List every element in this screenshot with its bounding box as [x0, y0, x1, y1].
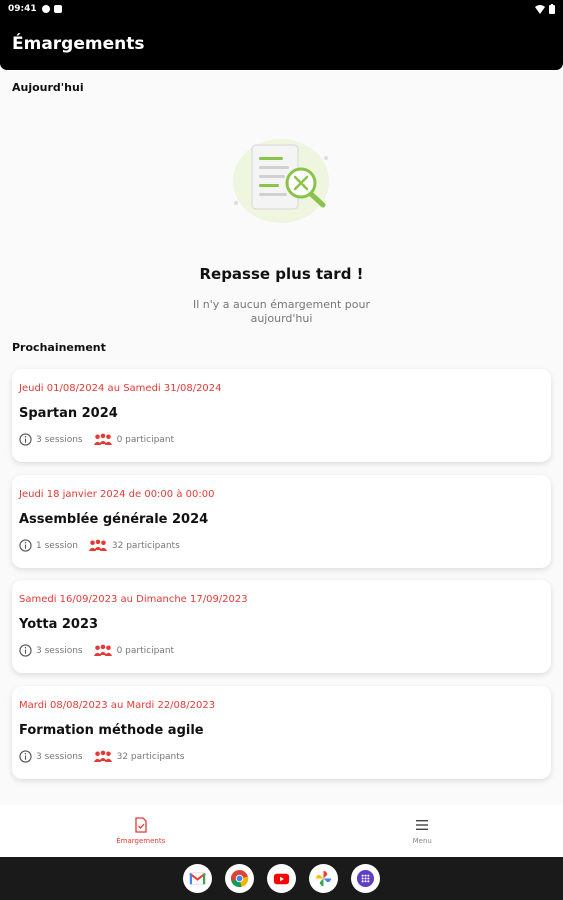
- dock-app-drawer[interactable]: [351, 864, 380, 893]
- event-sessions: 1 session: [36, 540, 78, 551]
- info-icon: [19, 433, 32, 446]
- event-card[interactable]: Mardi 08/08/2023 au Mardi 22/08/2023 For…: [12, 686, 551, 779]
- battery-icon: [549, 4, 555, 14]
- event-participants: 32 participants: [111, 540, 180, 551]
- event-card[interactable]: Jeudi 01/08/2024 au Samedi 31/08/2024 Sp…: [12, 369, 551, 462]
- participants-icon: [93, 433, 112, 445]
- info-icon: [19, 539, 32, 552]
- hamburger-menu-icon: [416, 820, 429, 830]
- nav-item-label: Menu: [412, 837, 432, 845]
- notification-icon: [41, 5, 50, 13]
- status-icons: [535, 4, 555, 14]
- empty-document-search-icon: [233, 139, 329, 223]
- event-name: Spartan 2024: [19, 406, 118, 421]
- empty-state-title: Repasse plus tard !: [199, 265, 364, 283]
- status-time: 09:41: [8, 4, 37, 14]
- nav-item-label: Émargements: [116, 837, 166, 845]
- gmail-icon: [189, 872, 206, 885]
- system-dock: [0, 857, 563, 900]
- event-participants: 0 participant: [116, 434, 175, 445]
- event-date: Jeudi 18 janvier 2024 de 00:00 à 00:00: [19, 489, 215, 500]
- event-date: Jeudi 01/08/2024 au Samedi 31/08/2024: [19, 383, 222, 394]
- event-sessions: 3 sessions: [36, 645, 83, 656]
- event-sessions: 3 sessions: [36, 751, 83, 762]
- event-sessions: 3 sessions: [36, 434, 83, 445]
- event-card[interactable]: Jeudi 18 janvier 2024 de 00:00 à 00:00 A…: [12, 475, 551, 568]
- event-name: Formation méthode agile: [19, 723, 204, 738]
- upcoming-section-label: Prochainement: [12, 341, 106, 354]
- chrome-icon: [230, 869, 249, 888]
- info-icon: [19, 644, 32, 657]
- participants-icon: [93, 750, 112, 762]
- sd-card-icon: [53, 5, 62, 13]
- dock-app-gmail[interactable]: [183, 864, 212, 893]
- event-meta: 3 sessions 32 participants: [19, 750, 184, 763]
- status-bar: 09:41: [0, 0, 563, 18]
- page-title: Émargements: [12, 34, 145, 54]
- nav-item-menu[interactable]: Menu: [282, 805, 563, 857]
- today-section-label: Aujourd'hui: [12, 81, 84, 94]
- youtube-icon: [273, 873, 290, 885]
- wifi-icon: [535, 4, 545, 14]
- dock-app-chrome[interactable]: [225, 864, 254, 893]
- document-check-icon: [135, 817, 147, 833]
- event-participants: 0 participant: [116, 645, 175, 656]
- event-participants: 32 participants: [116, 751, 185, 762]
- event-name: Yotta 2023: [19, 617, 99, 632]
- event-meta: 1 session 32 participants: [19, 539, 180, 552]
- info-icon: [19, 750, 32, 763]
- event-card[interactable]: Samedi 16/09/2023 au Dimanche 17/09/2023…: [12, 580, 551, 673]
- app-drawer-icon: [356, 869, 375, 888]
- event-name: Assemblée générale 2024: [19, 512, 209, 527]
- empty-state-description: Il n'y a aucun émargement pour aujourd'h…: [192, 298, 370, 325]
- bottom-navigation: Émargements Menu: [0, 805, 563, 857]
- app-bar: Émargements: [0, 18, 563, 70]
- participants-icon: [88, 539, 107, 551]
- photos-icon: [315, 870, 332, 887]
- event-date: Mardi 08/08/2023 au Mardi 22/08/2023: [19, 700, 216, 711]
- event-meta: 3 sessions 0 participant: [19, 433, 174, 446]
- nav-item-emargements[interactable]: Émargements: [0, 805, 282, 857]
- participants-icon: [93, 644, 112, 656]
- dock-app-photos[interactable]: [309, 864, 338, 893]
- dock-app-youtube[interactable]: [267, 864, 296, 893]
- event-meta: 3 sessions 0 participant: [19, 644, 174, 657]
- event-date: Samedi 16/09/2023 au Dimanche 17/09/2023: [19, 594, 248, 605]
